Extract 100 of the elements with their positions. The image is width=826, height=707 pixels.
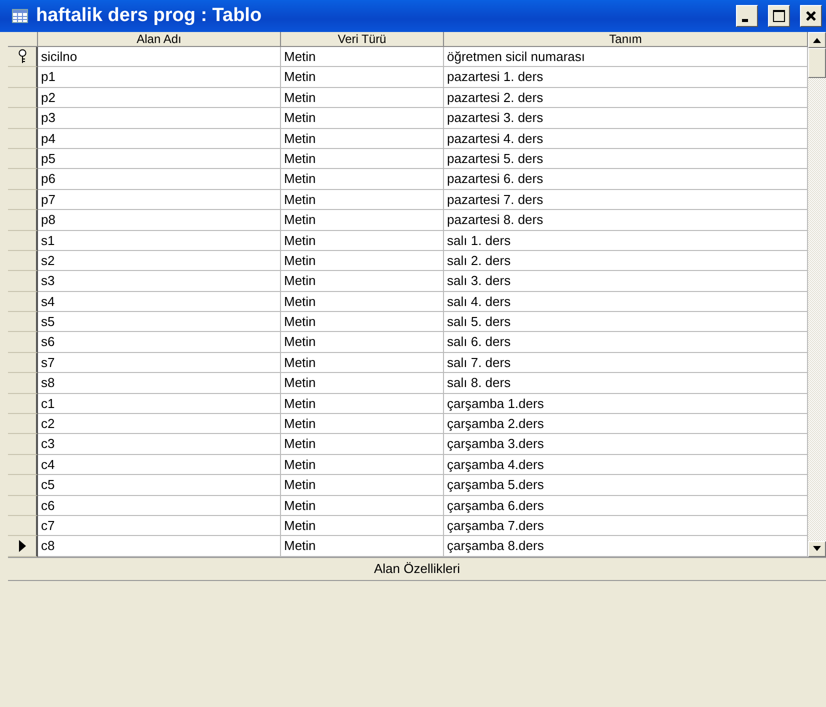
table-cell: çarşamba 5.ders bbox=[444, 475, 808, 496]
table-cell: Metin bbox=[281, 434, 444, 455]
table-cell: Metin bbox=[281, 190, 444, 210]
scrollbar[interactable] bbox=[808, 32, 826, 557]
table-cell: s1 bbox=[38, 230, 281, 251]
row-selector[interactable] bbox=[8, 230, 38, 251]
table-cell: pazartesi 6. ders bbox=[444, 169, 808, 190]
table-cell: s3 bbox=[38, 271, 281, 292]
minimize-button[interactable] bbox=[736, 5, 758, 27]
table-cell: Metin bbox=[281, 536, 444, 557]
table-cell: pazartesi 3. ders bbox=[444, 108, 808, 129]
table-cell: salı 5. ders bbox=[444, 312, 808, 332]
table-cell: Metin bbox=[281, 332, 444, 353]
row-selector[interactable] bbox=[8, 210, 38, 231]
table-cell: çarşamba 2.ders bbox=[444, 414, 808, 434]
scroll-down-button[interactable] bbox=[808, 540, 826, 557]
row-selector[interactable] bbox=[8, 454, 38, 476]
row-selector[interactable] bbox=[8, 148, 38, 170]
row-selector[interactable] bbox=[8, 169, 38, 190]
table-cell: c7 bbox=[38, 516, 281, 536]
table-cell: çarşamba 6.ders bbox=[444, 496, 808, 516]
table-cell: Metin bbox=[281, 128, 444, 149]
table-cell: Metin bbox=[281, 148, 444, 170]
section-title: Alan Özellikleri bbox=[374, 561, 460, 576]
table-cell: Metin bbox=[281, 169, 444, 190]
table-cell: salı 2. ders bbox=[444, 250, 808, 272]
table-cell: s2 bbox=[38, 250, 281, 272]
column-header[interactable]: Tanım bbox=[444, 32, 808, 47]
row-selector[interactable] bbox=[8, 434, 38, 455]
table-cell: Metin bbox=[281, 496, 444, 516]
row-selector[interactable] bbox=[8, 394, 38, 414]
header-corner bbox=[8, 32, 38, 47]
row-selector[interactable] bbox=[8, 108, 38, 129]
row-selector[interactable] bbox=[8, 67, 38, 88]
table-cell: p1 bbox=[38, 67, 281, 88]
maximize-icon bbox=[772, 9, 786, 23]
table-cell: salı 8. ders bbox=[444, 373, 808, 394]
table-cell: Metin bbox=[281, 210, 444, 231]
row-selector[interactable] bbox=[8, 475, 38, 496]
table-cell: s7 bbox=[38, 352, 281, 374]
close-button[interactable] bbox=[800, 5, 822, 27]
window-title: haftalik ders prog : Tablo bbox=[36, 5, 263, 27]
table-cell: Metin bbox=[281, 108, 444, 129]
table-cell: p8 bbox=[38, 210, 281, 231]
table-cell: pazartesi 1. ders bbox=[444, 67, 808, 88]
table-cell: s4 bbox=[38, 292, 281, 312]
table-cell: salı 7. ders bbox=[444, 352, 808, 374]
table-cell: öğretmen sicil numarası bbox=[444, 47, 808, 68]
table-cell: Metin bbox=[281, 312, 444, 332]
table-cell: s8 bbox=[38, 373, 281, 394]
table-cell: pazartesi 8. ders bbox=[444, 210, 808, 231]
table-cell: Metin bbox=[281, 516, 444, 536]
close-icon bbox=[805, 10, 817, 22]
row-selector[interactable] bbox=[8, 516, 38, 536]
column-header[interactable]: Veri Türü bbox=[281, 32, 444, 47]
row-selector[interactable] bbox=[8, 414, 38, 434]
row-selector[interactable] bbox=[8, 47, 38, 68]
table-cell: Metin bbox=[281, 292, 444, 312]
row-selector[interactable] bbox=[8, 496, 38, 516]
row-selector[interactable] bbox=[8, 88, 38, 108]
row-selector[interactable] bbox=[8, 332, 38, 353]
up-arrow-icon bbox=[813, 38, 821, 42]
row-selector[interactable] bbox=[8, 312, 38, 332]
table-cell: p3 bbox=[38, 108, 281, 129]
table-cell: p2 bbox=[38, 88, 281, 108]
table-cell: salı 6. ders bbox=[444, 332, 808, 353]
row-selector[interactable] bbox=[8, 190, 38, 210]
table-cell: Metin bbox=[281, 373, 444, 394]
table-cell: c2 bbox=[38, 414, 281, 434]
column-header[interactable]: Alan Adı bbox=[38, 32, 281, 47]
table-cell: Metin bbox=[281, 394, 444, 414]
table-cell: Metin bbox=[281, 414, 444, 434]
row-selector[interactable] bbox=[8, 250, 38, 272]
table-cell: sicilno bbox=[38, 47, 281, 68]
table-cell: s6 bbox=[38, 332, 281, 353]
table-cell: s5 bbox=[38, 312, 281, 332]
table-cell: p7 bbox=[38, 190, 281, 210]
row-selector[interactable] bbox=[8, 352, 38, 374]
table-cell: pazartesi 2. ders bbox=[444, 88, 808, 108]
row-selector[interactable] bbox=[8, 536, 38, 557]
table-cell: çarşamba 3.ders bbox=[444, 434, 808, 455]
table-cell: pazartesi 5. ders bbox=[444, 148, 808, 170]
table-cell: c1 bbox=[38, 394, 281, 414]
row-selector[interactable] bbox=[8, 373, 38, 394]
maximize-button[interactable] bbox=[768, 5, 790, 27]
row-selector[interactable] bbox=[8, 292, 38, 312]
table-cell: pazartesi 7. ders bbox=[444, 190, 808, 210]
minimize-icon bbox=[742, 18, 748, 22]
row-selector[interactable] bbox=[8, 128, 38, 149]
table-cell: p5 bbox=[38, 148, 281, 170]
table-cell: salı 1. ders bbox=[444, 230, 808, 251]
current-row-icon bbox=[18, 540, 26, 552]
row-selector[interactable] bbox=[8, 271, 38, 292]
table-cell: çarşamba 8.ders bbox=[444, 536, 808, 557]
table-cell: Metin bbox=[281, 47, 444, 68]
table-cell: Metin bbox=[281, 454, 444, 476]
scroll-up-button[interactable] bbox=[808, 32, 826, 48]
table-cell: p4 bbox=[38, 128, 281, 149]
scroll-thumb[interactable] bbox=[808, 48, 826, 78]
table-cell: salı 4. ders bbox=[444, 292, 808, 312]
